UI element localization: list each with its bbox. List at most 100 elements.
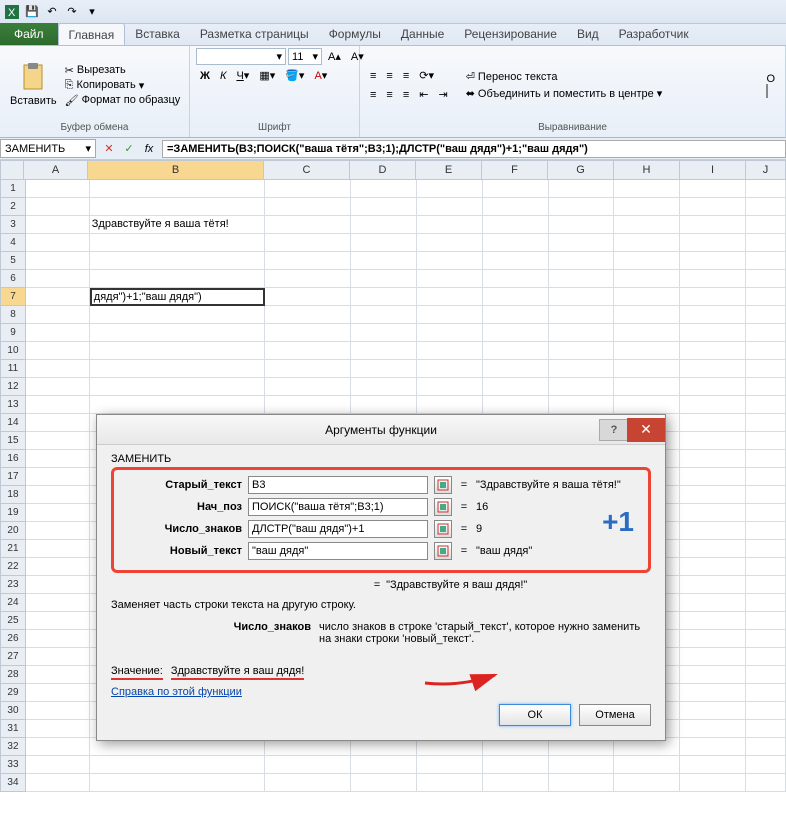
align-top-icon[interactable]: ≡ bbox=[366, 68, 380, 84]
tab-layout[interactable]: Разметка страницы bbox=[190, 23, 319, 45]
cell-A6[interactable] bbox=[26, 270, 90, 288]
border-button[interactable]: ▦▾ bbox=[255, 67, 279, 84]
cell-D9[interactable] bbox=[351, 324, 417, 342]
align-middle-icon[interactable]: ≡ bbox=[382, 68, 396, 84]
cell-I2[interactable] bbox=[680, 198, 746, 216]
cell-I23[interactable] bbox=[680, 576, 746, 594]
row-header-12[interactable]: 12 bbox=[0, 378, 26, 396]
formula-bar[interactable]: =ЗАМЕНИТЬ(B3;ПОИСК("ваша тётя";B3;1);ДЛС… bbox=[162, 140, 786, 158]
cell-C2[interactable] bbox=[265, 198, 351, 216]
cell-J12[interactable] bbox=[746, 378, 786, 396]
cell-A22[interactable] bbox=[26, 558, 90, 576]
redo-icon[interactable]: ↷ bbox=[64, 4, 80, 20]
cell-A10[interactable] bbox=[26, 342, 90, 360]
cell-J30[interactable] bbox=[746, 702, 786, 720]
wrap-text-button[interactable]: ⏎Перенос текста bbox=[466, 70, 663, 83]
row-header-18[interactable]: 18 bbox=[0, 486, 26, 504]
cell-C4[interactable] bbox=[265, 234, 351, 252]
cell-F33[interactable] bbox=[483, 756, 549, 774]
row-header-26[interactable]: 26 bbox=[0, 630, 26, 648]
row-header-28[interactable]: 28 bbox=[0, 666, 26, 684]
cell-I12[interactable] bbox=[680, 378, 746, 396]
arg-input-2[interactable] bbox=[248, 520, 428, 538]
cell-C34[interactable] bbox=[265, 774, 351, 792]
cell-J34[interactable] bbox=[746, 774, 786, 792]
cell-G3[interactable] bbox=[549, 216, 615, 234]
cell-H5[interactable] bbox=[614, 252, 680, 270]
cell-H10[interactable] bbox=[614, 342, 680, 360]
cell-A27[interactable] bbox=[26, 648, 90, 666]
cell-A3[interactable] bbox=[26, 216, 90, 234]
cell-I11[interactable] bbox=[680, 360, 746, 378]
tab-dev[interactable]: Разработчик bbox=[609, 23, 699, 45]
qat-dropdown-icon[interactable]: ▾ bbox=[84, 4, 100, 20]
dialog-titlebar[interactable]: Аргументы функции ? ✕ bbox=[97, 415, 665, 445]
cell-G11[interactable] bbox=[549, 360, 615, 378]
cell-I8[interactable] bbox=[680, 306, 746, 324]
cell-J10[interactable] bbox=[746, 342, 786, 360]
cell-C5[interactable] bbox=[265, 252, 351, 270]
cell-I18[interactable] bbox=[680, 486, 746, 504]
cell-A9[interactable] bbox=[26, 324, 90, 342]
col-header-I[interactable]: I bbox=[680, 160, 746, 180]
row-header-29[interactable]: 29 bbox=[0, 684, 26, 702]
cell-A16[interactable] bbox=[26, 450, 90, 468]
row-header-5[interactable]: 5 bbox=[0, 252, 26, 270]
cell-J6[interactable] bbox=[746, 270, 786, 288]
cell-I10[interactable] bbox=[680, 342, 746, 360]
cut-button[interactable]: ✂Вырезать bbox=[65, 64, 181, 77]
cell-F9[interactable] bbox=[483, 324, 549, 342]
cell-J31[interactable] bbox=[746, 720, 786, 738]
cell-J15[interactable] bbox=[746, 432, 786, 450]
cell-I32[interactable] bbox=[680, 738, 746, 756]
cell-E10[interactable] bbox=[417, 342, 483, 360]
save-icon[interactable]: 💾 bbox=[24, 4, 40, 20]
cell-J2[interactable] bbox=[746, 198, 786, 216]
cell-G6[interactable] bbox=[549, 270, 615, 288]
cell-D5[interactable] bbox=[351, 252, 417, 270]
tab-data[interactable]: Данные bbox=[391, 23, 454, 45]
cell-J17[interactable] bbox=[746, 468, 786, 486]
row-header-27[interactable]: 27 bbox=[0, 648, 26, 666]
cell-D10[interactable] bbox=[351, 342, 417, 360]
cell-A29[interactable] bbox=[26, 684, 90, 702]
cell-C9[interactable] bbox=[265, 324, 351, 342]
grow-font-icon[interactable]: A▴ bbox=[324, 48, 345, 65]
cell-C7[interactable] bbox=[265, 288, 351, 306]
cell-J19[interactable] bbox=[746, 504, 786, 522]
align-center-icon[interactable]: ≡ bbox=[382, 87, 396, 103]
cell-F5[interactable] bbox=[483, 252, 549, 270]
row-header-1[interactable]: 1 bbox=[0, 180, 26, 198]
cell-H34[interactable] bbox=[614, 774, 680, 792]
cell-B4[interactable] bbox=[90, 234, 266, 252]
cell-C12[interactable] bbox=[265, 378, 351, 396]
row-header-8[interactable]: 8 bbox=[0, 306, 26, 324]
cell-C11[interactable] bbox=[265, 360, 351, 378]
cell-C13[interactable] bbox=[265, 396, 351, 414]
cell-B8[interactable] bbox=[90, 306, 266, 324]
cell-I16[interactable] bbox=[680, 450, 746, 468]
align-right-icon[interactable]: ≡ bbox=[399, 87, 413, 103]
col-header-J[interactable]: J bbox=[746, 160, 786, 180]
cell-A25[interactable] bbox=[26, 612, 90, 630]
cell-D34[interactable] bbox=[351, 774, 417, 792]
cell-A34[interactable] bbox=[26, 774, 90, 792]
cell-A13[interactable] bbox=[26, 396, 90, 414]
cell-B9[interactable] bbox=[90, 324, 266, 342]
cell-F11[interactable] bbox=[483, 360, 549, 378]
cell-A14[interactable] bbox=[26, 414, 90, 432]
cell-A19[interactable] bbox=[26, 504, 90, 522]
cell-I3[interactable] bbox=[680, 216, 746, 234]
cell-E3[interactable] bbox=[417, 216, 483, 234]
cell-A18[interactable] bbox=[26, 486, 90, 504]
cell-I30[interactable] bbox=[680, 702, 746, 720]
cell-G9[interactable] bbox=[549, 324, 615, 342]
underline-button[interactable]: Ч▾ bbox=[232, 67, 253, 84]
cell-I6[interactable] bbox=[680, 270, 746, 288]
font-size-combo[interactable]: 11▾ bbox=[288, 48, 322, 65]
cell-A32[interactable] bbox=[26, 738, 90, 756]
cell-B34[interactable] bbox=[90, 774, 266, 792]
cell-I29[interactable] bbox=[680, 684, 746, 702]
row-header-7[interactable]: 7 bbox=[0, 288, 26, 306]
cell-C3[interactable] bbox=[265, 216, 351, 234]
